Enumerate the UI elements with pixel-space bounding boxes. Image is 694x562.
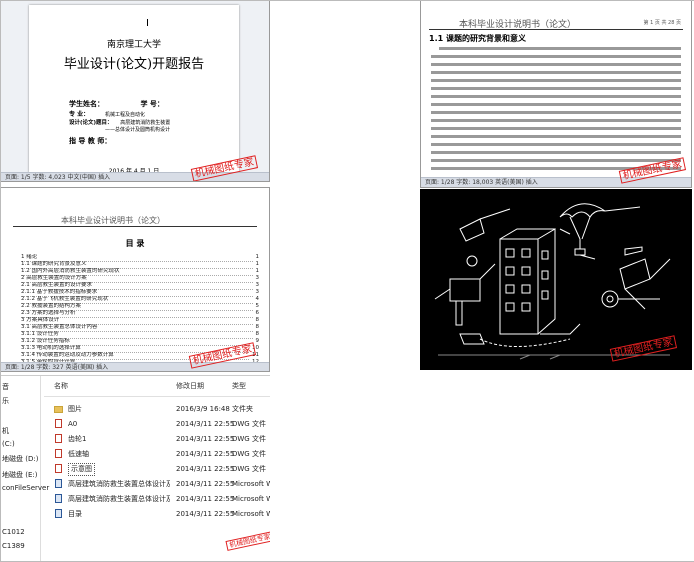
nav-item[interactable]: 音: [2, 382, 9, 392]
dwg-file-icon: [55, 464, 62, 473]
nav-pane: 音 乐 机 (C:) 地磁盘 (D:) 地磁盘 (E:) conFileServ…: [0, 376, 49, 561]
nav-item[interactable]: C1012: [2, 528, 25, 536]
section-heading: 1.1 课题的研究背景和意义: [429, 34, 526, 43]
column-header-date[interactable]: 修改日期: [176, 376, 204, 396]
file-row[interactable]: 高层建筑消防救生装置总体设计及圆棍动... 2014/3/11 22:55 Mi…: [44, 492, 270, 506]
nav-item[interactable]: C1389: [2, 542, 25, 550]
file-row[interactable]: 图片 2016/3/9 16:48 文件夹: [44, 402, 270, 416]
word-file-icon: [55, 494, 62, 503]
canopy: [559, 203, 606, 218]
word-file-icon: [55, 509, 62, 518]
file-row[interactable]: A0 2014/3/11 22:55 DWG 文件: [44, 417, 270, 431]
file-explorer[interactable]: 音 乐 机 (C:) 地磁盘 (D:) 地磁盘 (E:) conFileServ…: [0, 375, 270, 561]
dwg-file-icon: [55, 449, 62, 458]
field-major: 专 业： 机械工程及自动化: [69, 111, 146, 118]
nav-item[interactable]: (C:): [2, 440, 15, 448]
dwg-file-icon: [55, 419, 62, 428]
file-row[interactable]: 目录 2014/3/11 22:55 Microsoft W: [44, 507, 270, 521]
body-text: [421, 45, 691, 171]
university-name: 南京理工大学: [106, 40, 161, 50]
cad-drawing-viewport[interactable]: 机械图纸专家: [420, 189, 692, 370]
word-status-bar: 页面: 1/28 字数: 18,003 英语(美国) 插入: [421, 177, 691, 187]
column-header-type[interactable]: 类型: [232, 376, 246, 396]
page-header: 本科毕业设计说明书（论文）: [13, 214, 257, 227]
cover-page: 南京理工大学 毕业设计(论文)开题报告 学生姓名： 学 号： 专 业： 机械工程…: [29, 5, 239, 175]
page-header: 本科毕业设计说明书（论文） 第 1 页 共 28 页: [429, 15, 683, 30]
cursor-mark: [147, 19, 148, 26]
file-row[interactable]: 齿轮1 2014/3/11 22:55 DWG 文件: [44, 432, 270, 446]
nav-item[interactable]: 机: [2, 426, 9, 436]
folder-icon: [54, 406, 63, 413]
field-advisor: 指 导 教 师：: [69, 137, 112, 145]
nav-item[interactable]: 乐: [2, 396, 9, 406]
file-list: 名称 修改日期 类型 图片 2016/3/9 16:48 文件夹 A0 2014…: [44, 376, 270, 561]
field-topic-line2: ——总体设计及圆筒机构设计: [105, 127, 171, 133]
toc-list: 1 绪论 1 1.1 课题的研究背景及意义 1 1.2 国内外高层消防救生装置的研究…: [1, 254, 269, 367]
file-row[interactable]: 低速轴 2014/3/11 22:55 DWG 文件: [44, 447, 270, 461]
column-header-name[interactable]: 名称: [54, 376, 68, 396]
dwg-file-icon: [55, 434, 62, 443]
word-status-bar: 页面: 1/28 字数: 327 英语(美国) 插入: [1, 362, 269, 371]
nav-item[interactable]: conFileServer: [2, 484, 49, 492]
file-row-selected[interactable]: 示意图 2014/3/11 22:55 DWG 文件: [44, 462, 270, 476]
toc-thumbnail[interactable]: 本科毕业设计说明书（论文） 目 录 1 绪论 1 1.1 课题的研究背景及意义 1 …: [0, 187, 270, 372]
nav-item[interactable]: 地磁盘 (D:): [2, 454, 38, 464]
field-name: 学生姓名： 学 号：: [69, 100, 164, 108]
report-title: 毕业设计(论文)开题报告: [63, 57, 205, 72]
body-thumbnail[interactable]: 本科毕业设计说明书（论文） 第 1 页 共 28 页 1.1 课题的研究背景和意…: [420, 0, 692, 188]
word-file-icon: [55, 479, 62, 488]
header-separator: [44, 396, 270, 397]
cover-thumbnail[interactable]: 南京理工大学 毕业设计(论文)开题报告 学生姓名： 学 号： 专 业： 机械工程…: [0, 0, 270, 182]
nav-item[interactable]: 地磁盘 (E:): [2, 470, 37, 480]
toc-title: 目 录: [125, 239, 145, 248]
building-side: [537, 228, 556, 335]
file-row[interactable]: 高层建筑消防救生装置总体设计及圆棍动... 2014/3/11 22:55 Mi…: [44, 477, 270, 491]
field-topic: 设计(论文)题目： 高层建筑消防救生装置: [69, 120, 171, 126]
